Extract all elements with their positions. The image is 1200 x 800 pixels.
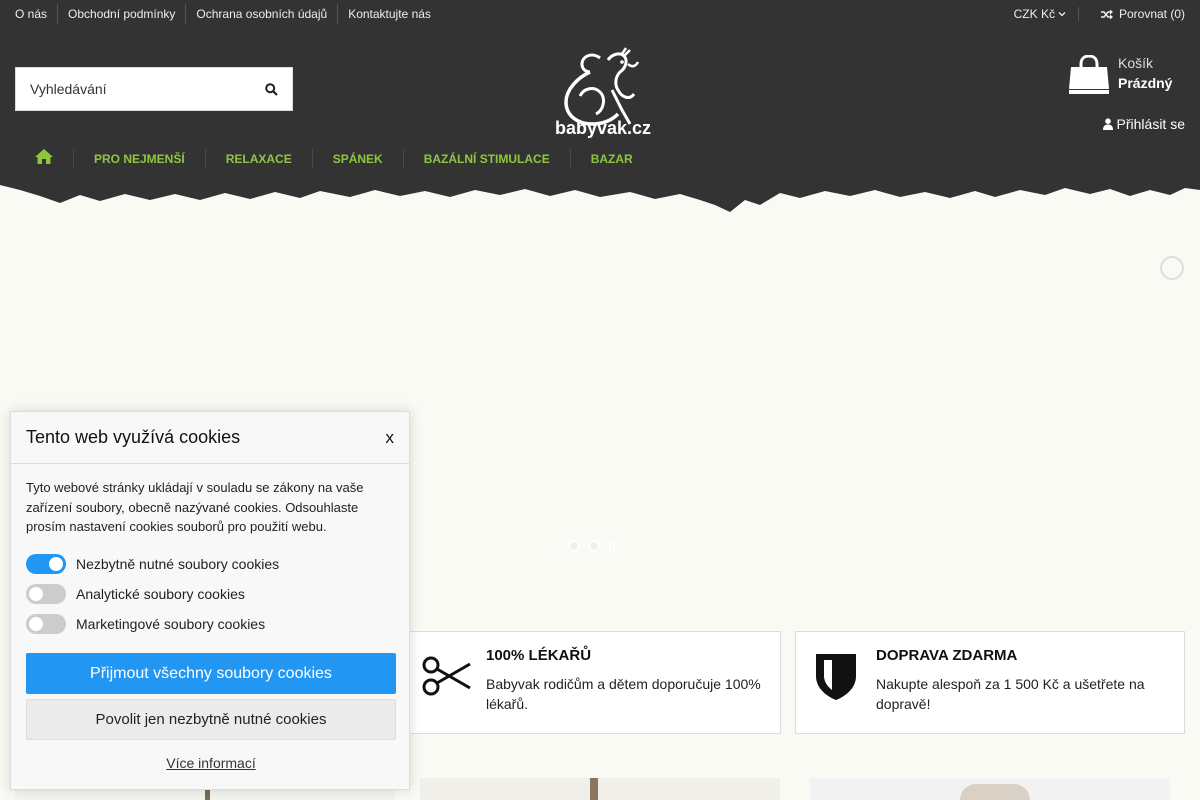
product-thumbnail[interactable]	[420, 778, 780, 800]
toggle-knob	[49, 557, 63, 571]
feature-text: Nakupte alespoň za 1 500 Kč a ušetřete n…	[876, 676, 1145, 712]
feature-title: DOPRAVA ZDARMA	[876, 647, 1018, 664]
shopping-bag-icon	[1069, 55, 1109, 94]
login-label: Přihlásit se	[1116, 116, 1185, 132]
necessary-only-button[interactable]: Povolit jen nezbytně nutné cookies	[26, 699, 396, 740]
accept-all-button[interactable]: Přijmout všechny soubory cookies	[26, 653, 396, 694]
close-button[interactable]: x	[386, 428, 395, 448]
top-links: O nás Obchodní podmínky Ochrana osobních…	[15, 4, 441, 24]
compare-label: Porovnat (0)	[1118, 7, 1185, 21]
link-terms[interactable]: Obchodní podmínky	[57, 4, 185, 24]
cookie-toggle-marketing: Marketingové soubory cookies	[26, 614, 265, 634]
feature-text: Babyvak rodičům a dětem doporučuje 100% …	[486, 676, 761, 712]
cookie-consent-dialog: Tento web využívá cookies x Tyto webové …	[10, 411, 410, 790]
cart-text: Košík Prázdný	[1118, 53, 1172, 93]
toggle-switch[interactable]	[26, 614, 66, 634]
toggle-knob	[29, 617, 43, 631]
toggle-switch[interactable]	[26, 554, 66, 574]
slider-prev-icon[interactable]: >	[552, 538, 560, 554]
search-box: Vyhledávání	[15, 67, 293, 111]
toggle-label: Nezbytně nutné soubory cookies	[76, 556, 280, 572]
site-header: O nás Obchodní podmínky Ochrana osobních…	[0, 0, 1200, 215]
top-right-controls: CZK Kč Porovnat (0)	[1014, 4, 1185, 24]
product-image-strip	[590, 778, 598, 800]
nav-home[interactable]	[15, 148, 73, 170]
toggle-label: Marketingové soubory cookies	[76, 616, 266, 632]
slider-pause-icon[interactable]: ||	[608, 538, 615, 554]
search-input[interactable]: Vyhledávání	[16, 81, 250, 97]
cookie-toggle-necessary: Nezbytně nutné soubory cookies	[26, 554, 279, 574]
product-thumbnail[interactable]	[810, 778, 1170, 800]
cart-label: Košík	[1118, 55, 1154, 71]
user-icon	[1102, 118, 1113, 130]
compare-link[interactable]: Porovnat (0)	[1079, 7, 1185, 21]
search-icon	[264, 82, 278, 96]
shuffle-icon	[1100, 9, 1113, 19]
nav-bazar[interactable]: BAZAR	[569, 149, 653, 169]
cookie-header: Tento web využívá cookies x	[11, 412, 409, 464]
toggle-label: Analytické soubory cookies	[76, 586, 245, 602]
search-button[interactable]	[250, 68, 292, 110]
nav-spanek[interactable]: SPÁNEK	[311, 149, 403, 169]
currency-label: CZK Kč	[1013, 7, 1055, 21]
nav-bazalni-stimulace[interactable]: BAZÁLNÍ STIMULACE	[402, 149, 570, 169]
toggle-knob	[29, 587, 43, 601]
feature-doctors: 100% LÉKAŘŮ Babyvak rodičům a dětem dopo…	[405, 631, 781, 734]
currency-selector[interactable]: CZK Kč	[1014, 7, 1079, 21]
cart-status: Prázdný	[1118, 75, 1173, 91]
cookie-toggle-analytics: Analytické soubory cookies	[26, 584, 245, 604]
shield-icon	[816, 654, 856, 700]
chevron-down-icon	[1058, 12, 1066, 17]
home-icon	[35, 148, 53, 164]
more-info-link[interactable]: Více informací	[11, 755, 411, 771]
slider-loading-icon	[1160, 256, 1184, 280]
cookie-title: Tento web využívá cookies	[26, 427, 241, 447]
link-about[interactable]: O nás	[15, 4, 57, 24]
product-image-strip	[960, 784, 1030, 800]
link-privacy[interactable]: Ochrana osobních údajů	[185, 4, 337, 24]
main-nav: PRO NEJMENŠÍ RELAXACE SPÁNEK BAZÁLNÍ STI…	[15, 148, 653, 170]
login-link[interactable]: Přihlásit se	[1102, 116, 1185, 132]
cookie-description: Tyto webové stránky ukládají v souladu s…	[26, 480, 364, 534]
link-contact[interactable]: Kontaktujte nás	[337, 4, 441, 24]
slider-pagination: > ||	[552, 538, 615, 554]
scissors-icon	[422, 656, 471, 696]
nav-pro-nejmensi[interactable]: PRO NEJMENŠÍ	[73, 149, 205, 169]
slider-dot[interactable]	[588, 540, 601, 552]
slider-dot[interactable]	[568, 540, 581, 552]
nav-relaxace[interactable]: RELAXACE	[204, 149, 312, 169]
cart-widget[interactable]: Košík Prázdný	[1068, 55, 1172, 95]
feature-title: 100% LÉKAŘŮ	[486, 647, 592, 664]
feature-free-shipping: DOPRAVA ZDARMA Nakupte alespoň za 1 500 …	[795, 631, 1185, 734]
logo-text: babyvak.cz	[555, 118, 652, 138]
toggle-switch[interactable]	[26, 584, 66, 604]
